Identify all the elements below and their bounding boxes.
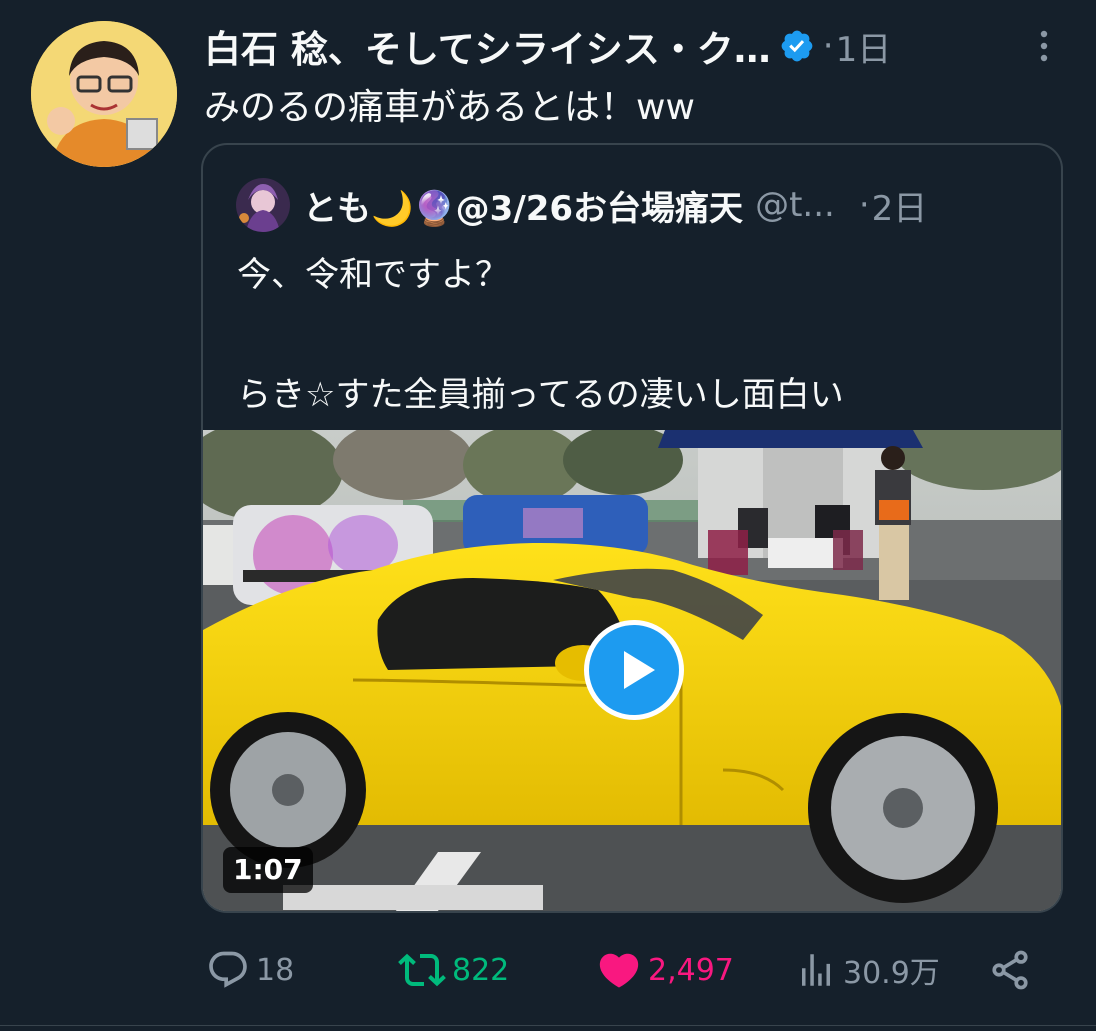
quoted-author-avatar[interactable]	[236, 178, 290, 232]
like-button[interactable]: 2,497	[596, 940, 734, 1000]
quoted-author-name[interactable]: とも🌙🔮@3/26お台場痛天	[303, 181, 743, 230]
verified-badge-icon	[781, 30, 813, 62]
author-name[interactable]: 白石 稔、そしてシライシス・ク…	[204, 19, 771, 73]
video-duration: 1:07	[223, 847, 313, 893]
heart-icon	[599, 953, 639, 988]
divider	[0, 1025, 1096, 1026]
quoted-header-dot: ·	[858, 185, 870, 225]
retweet-icon	[398, 953, 446, 987]
reply-icon	[209, 951, 247, 988]
retweet-count: 822	[452, 952, 510, 988]
quoted-tweet-text: 今、令和ですよ？ らき☆すた全員揃ってるの凄いし面白い	[237, 255, 844, 415]
play-button[interactable]	[584, 620, 684, 720]
views-button[interactable]: 30.9万	[795, 940, 940, 1000]
tweet-header: 白石 稔、そしてシライシス・ク… · 1日	[204, 18, 1084, 74]
views-icon	[802, 954, 830, 986]
tweet-timestamp[interactable]: 1日	[836, 22, 892, 71]
more-options-icon[interactable]	[1034, 28, 1054, 64]
reply-button[interactable]: 18	[206, 940, 294, 1000]
like-count: 2,497	[648, 952, 734, 988]
video-player[interactable]: 1:07	[203, 430, 1061, 911]
play-icon	[624, 651, 655, 689]
quoted-timestamp[interactable]: 2日	[872, 181, 928, 230]
header-dot: ·	[822, 26, 834, 66]
share-button[interactable]	[988, 940, 1032, 1000]
views-count: 30.9万	[843, 956, 940, 991]
quoted-tweet[interactable]: とも🌙🔮@3/26お台場痛天 @t... · 2日 今、令和ですよ？ らき☆すた…	[201, 143, 1063, 913]
share-icon	[992, 950, 1028, 990]
retweet-button[interactable]: 822	[398, 940, 509, 1000]
quoted-author-handle[interactable]: @t...	[755, 185, 835, 225]
tweet-text: みのるの痛車があるとは！ww	[204, 87, 695, 128]
reply-count: 18	[256, 952, 295, 988]
author-avatar[interactable]	[31, 21, 177, 167]
action-bar: 18 822 2,497 30.9万	[0, 940, 1096, 1000]
quoted-header: とも🌙🔮@3/26お台場痛天 @t... · 2日	[303, 179, 1043, 231]
tweet: 白石 稔、そしてシライシス・ク… · 1日 みのるの痛車があるとは！ww とも🌙…	[0, 0, 1096, 1031]
